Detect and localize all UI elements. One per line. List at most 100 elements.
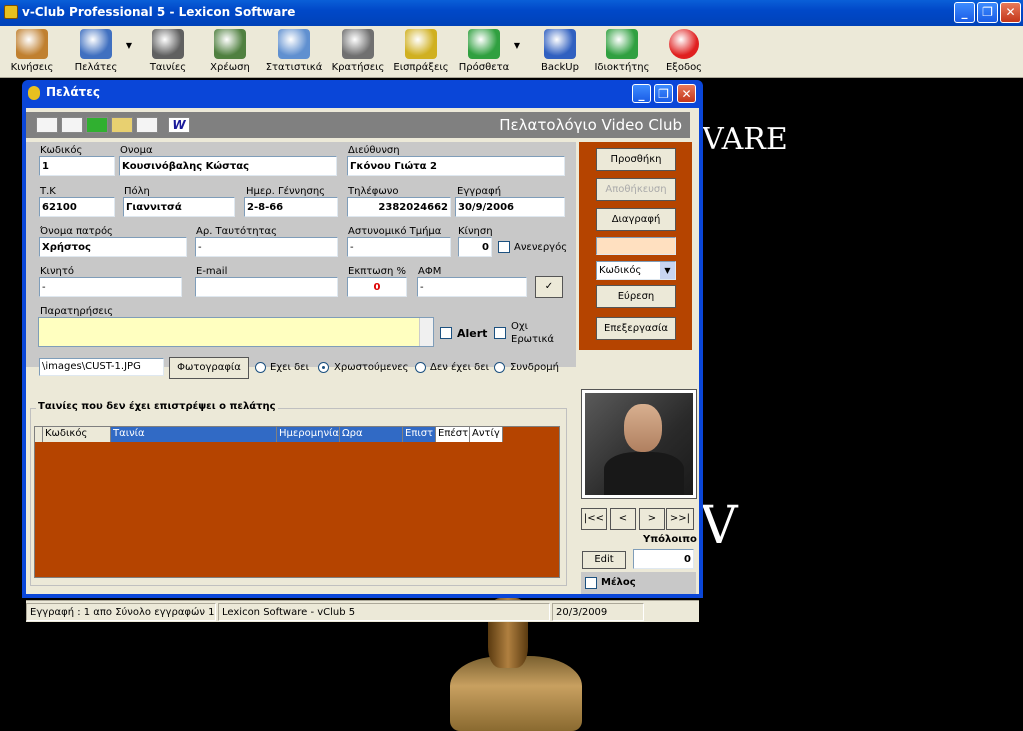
toolbar-button-8[interactable]: BackUp [528,26,592,78]
toolbar-button-7[interactable]: Πρόσθετα ▼ [452,26,520,78]
id-input[interactable]: - [195,237,338,257]
last-record-button[interactable]: >>| [666,508,694,530]
police-input[interactable]: - [347,237,451,257]
afm-label: ΑΦΜ [418,266,442,277]
toolbar-label: Εξοδος [665,62,703,73]
close-button[interactable]: ✕ [1000,2,1021,23]
city-input[interactable]: Γιαννιτσά [123,197,235,217]
father-input[interactable]: Χρήστος [39,237,187,257]
film-strip-icon [16,29,48,59]
child-close-button[interactable]: ✕ [677,84,696,103]
email-input[interactable] [195,277,338,297]
no-erotica-label-1: Οχι [511,321,529,332]
toolbar-button-9[interactable]: Ιδιοκτήτης [590,26,654,78]
mobile-label: Κινητό [40,266,75,277]
email-icon[interactable] [86,117,108,133]
name-input[interactable]: Κουσινόβαλης Κώστας [119,156,337,176]
grid-header-time[interactable]: Ωρα [340,427,403,442]
id-label: Αρ. Ταυτότητας [196,226,278,237]
radio-seen[interactable] [255,362,266,373]
radio-not-seen[interactable] [415,362,426,373]
police-label: Αστυνομικό Τμήμα [348,226,442,237]
birth-input[interactable]: 2-8-66 [244,197,338,217]
registration-input[interactable]: 30/9/2006 [455,197,565,217]
save-button[interactable]: Αποθήκευση [596,178,676,201]
minimize-button[interactable]: _ [954,2,975,23]
child-maximize-button[interactable]: ❐ [654,84,673,103]
alert-checkbox[interactable] [440,327,452,339]
movement-input[interactable]: 0 [458,237,492,257]
coins-icon [405,29,437,59]
edit-button[interactable]: Επεξεργασία [596,317,676,340]
photo-path-input[interactable]: \images\CUST-1.JPG [39,358,164,376]
delete-button[interactable]: Διαγραφή [596,208,676,231]
chart-icon[interactable] [36,117,58,133]
photo-button[interactable]: Φωτογραφία [169,357,249,379]
word-icon[interactable]: W [168,117,190,133]
grid-header-returned[interactable]: Επέστ [436,427,470,442]
remarks-textarea[interactable] [38,317,434,347]
radio-not-seen-label: Δεν έχει δει [430,362,490,373]
exit-icon [669,29,699,59]
maximize-button[interactable]: ❐ [977,2,998,23]
toolbar-button-0[interactable]: Κινήσεις [0,26,64,78]
child-minimize-button[interactable]: _ [632,84,651,103]
inactive-checkbox[interactable] [498,241,510,253]
toolbar-label: Χρέωση [210,62,250,73]
search-field-value: Κωδικός [599,265,642,276]
email-label: E-mail [196,266,228,277]
jacket-image [604,452,684,495]
toolbar-button-5[interactable]: Κρατήσεις [326,26,390,78]
search-field-select[interactable]: Κωδικός ▼ [596,261,676,280]
prev-record-button[interactable]: < [610,508,636,530]
grid-header-return[interactable]: Επιστ [403,427,436,442]
folder-icon[interactable] [111,117,133,133]
confirm-check-button[interactable]: ✓ [535,276,563,298]
grid-header-date[interactable]: Ημερομηνία [277,427,340,442]
tk-input[interactable]: 62100 [39,197,115,217]
toolbar-button-2[interactable]: Ταινίες [136,26,200,78]
afm-input[interactable]: - [417,277,527,297]
discount-input[interactable]: 0 [347,277,407,297]
toolbar-button-10[interactable]: Εξοδος [652,26,716,78]
remarks-scrollbar[interactable] [419,318,433,346]
balance-value[interactable]: 0 [633,549,694,569]
printer-icon[interactable] [61,117,83,133]
radio-subscription-label: Συνδρομή [510,362,559,373]
toolbar-button-3[interactable]: Χρέωση [198,26,262,78]
users-search-icon [80,29,112,59]
chevron-down-icon[interactable]: ▼ [660,262,675,279]
main-toolbar: Κινήσεις Πελάτες ▼ Ταινίες Χρέωση Στατιστικά Κ… [0,26,1023,78]
grid-corner [35,427,43,442]
next-record-button[interactable]: > [639,508,665,530]
member-box: Μέλος [581,572,696,594]
member-checkbox[interactable] [585,577,597,589]
toolbar-label: Ιδιοκτήτης [594,62,650,73]
grid-header-copy[interactable]: Αντίγ [470,427,503,442]
toolbar-button-1[interactable]: Πελάτες ▼ [64,26,132,78]
code-input[interactable]: 1 [39,156,115,176]
grid-header-movie[interactable]: Ταινία [111,427,277,442]
balance-edit-button[interactable]: Edit [582,551,626,569]
toolbar-button-6[interactable]: Εισπράξεις [389,26,453,78]
dropdown-arrow-icon[interactable]: ▼ [514,41,520,50]
toolbar-label: Πρόσθετα [458,62,510,73]
unreturned-grid[interactable]: Κωδικός Ταινία Ημερομηνία Ωρα Επιστ Επέσ… [34,426,560,578]
first-record-button[interactable]: |<< [581,508,607,530]
mobile-input[interactable]: - [39,277,182,297]
dropdown-arrow-icon[interactable]: ▼ [126,41,132,50]
toolbar-button-4[interactable]: Στατιστικά [262,26,326,78]
search-input[interactable] [596,237,676,255]
radio-owed[interactable] [318,362,329,373]
address-input[interactable]: Γκόνου Γιώτα 2 [347,156,565,176]
pie-chart-icon [278,29,310,59]
phone-input[interactable]: 2382024662 [347,197,451,217]
add-button[interactable]: Προσθήκη [596,148,676,171]
alert-label: Alert [457,327,488,340]
report-icon[interactable] [136,117,158,133]
radio-subscription[interactable] [494,362,505,373]
grid-header-code[interactable]: Κωδικός [43,427,111,442]
toolbar-label: Εισπράξεις [393,62,449,73]
no-erotica-checkbox[interactable] [494,327,506,339]
find-button[interactable]: Εύρεση [596,285,676,308]
